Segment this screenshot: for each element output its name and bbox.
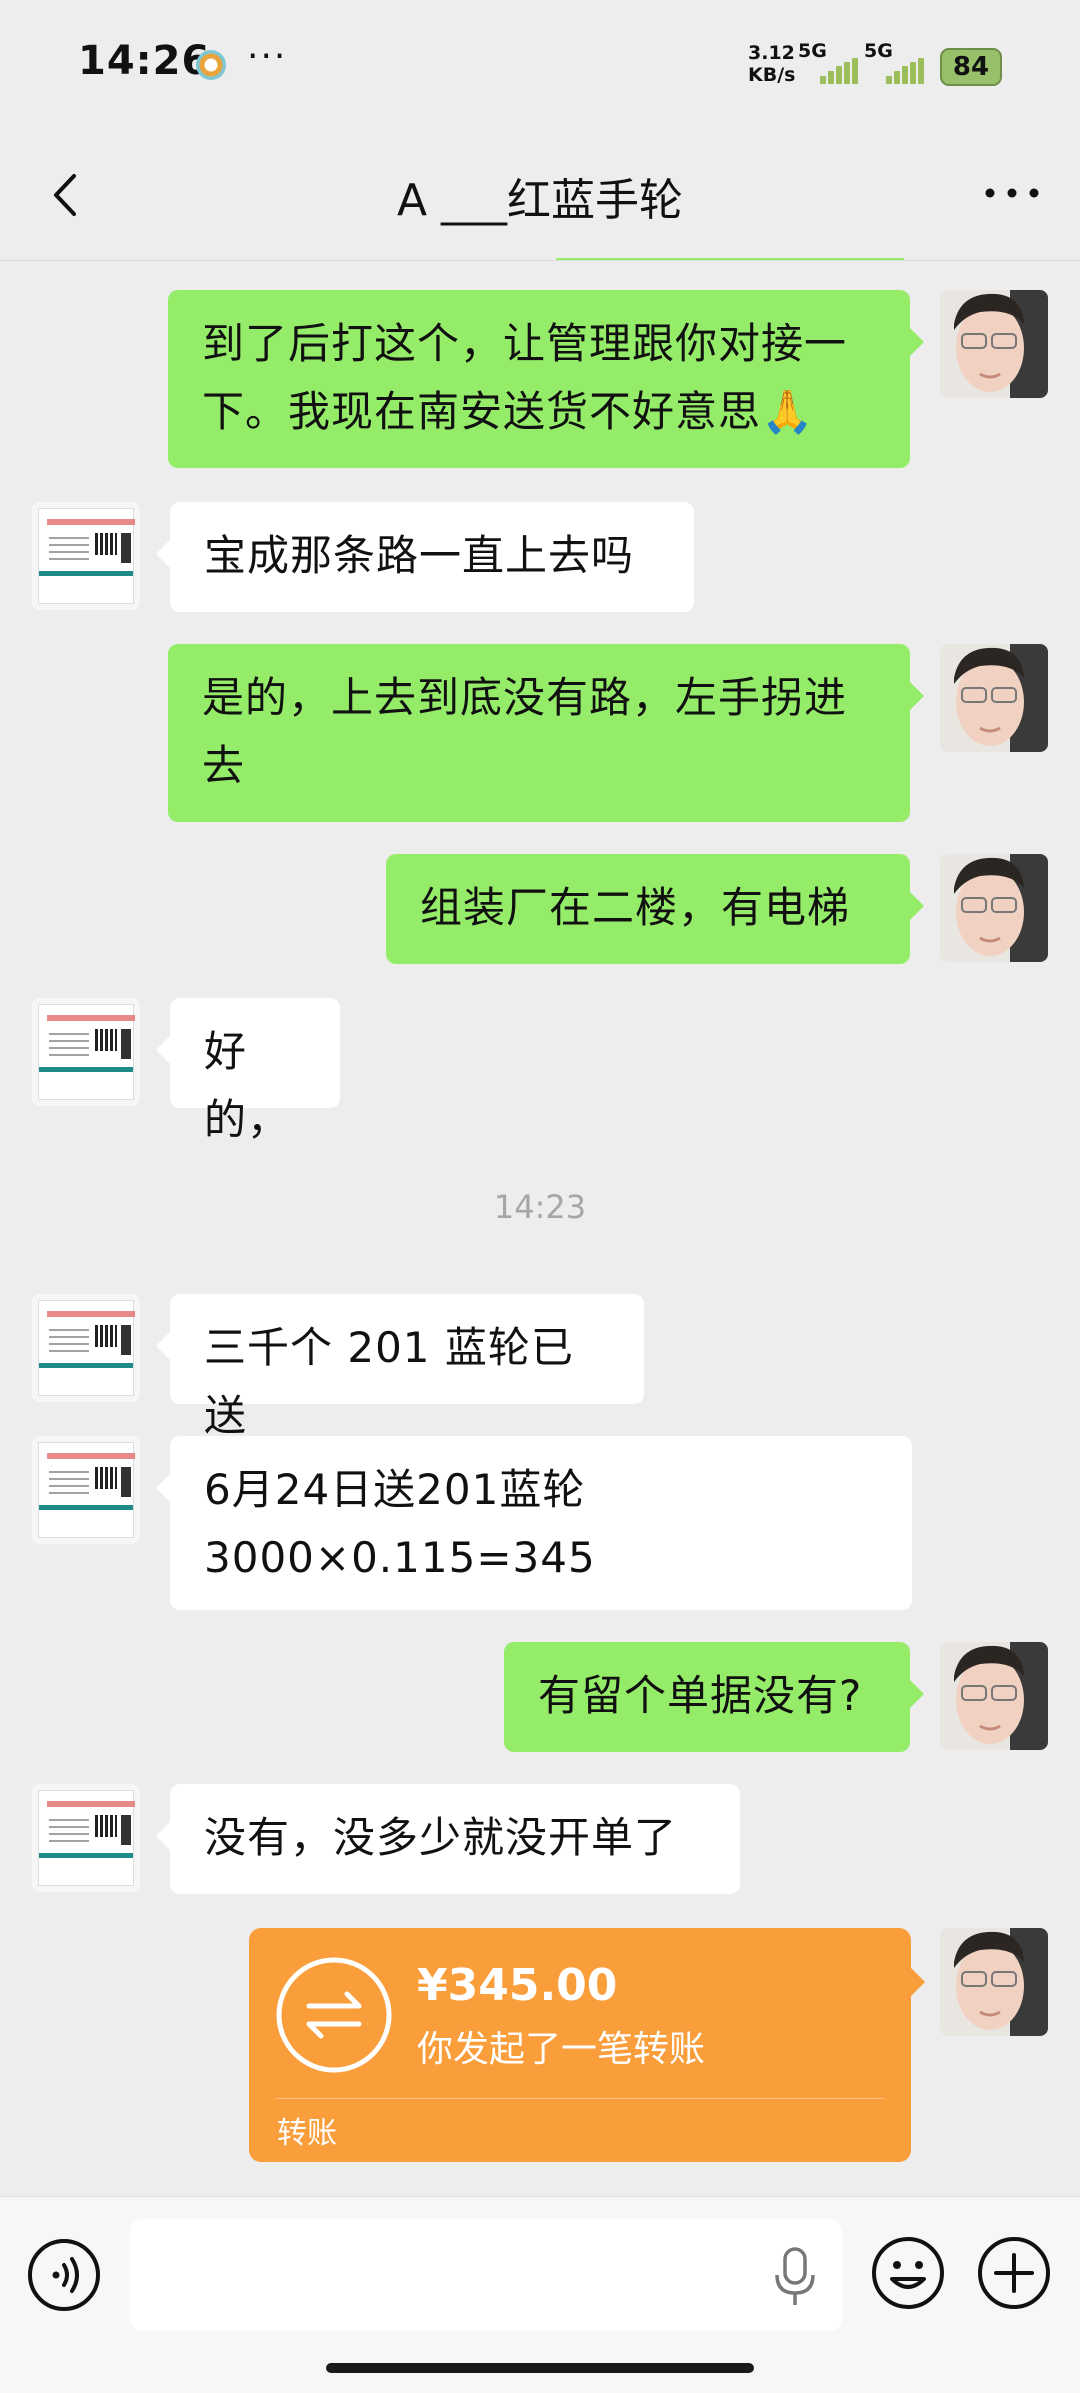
- message-bubble-incoming[interactable]: 三千个 201 蓝轮已送: [156, 1294, 644, 1440]
- business-card-avatar: [38, 1300, 135, 1396]
- contact-avatar[interactable]: [32, 998, 140, 1106]
- message-text: 组装厂在二楼，有电梯: [420, 883, 851, 932]
- transfer-label: 转账: [277, 2116, 337, 2151]
- my-avatar[interactable]: [940, 644, 1048, 752]
- my-avatar[interactable]: [940, 290, 1048, 398]
- my-avatar[interactable]: [940, 1928, 1048, 2036]
- status-more-icon: ···: [247, 36, 288, 77]
- message-bubble-outgoing[interactable]: 组装厂在二楼，有电梯: [386, 854, 924, 964]
- chat-header: A ___红蓝手轮: [0, 130, 1080, 261]
- signal-icon-2: [886, 58, 924, 84]
- message-bubble-incoming[interactable]: 好的，: [156, 998, 340, 1144]
- battery-icon: 84: [940, 48, 1002, 86]
- my-avatar-photo: [940, 290, 1048, 398]
- status-time: 14:26: [78, 38, 211, 84]
- message-text-line-2: 3000×0.115=345: [204, 1533, 596, 1582]
- emoji-icon[interactable]: [870, 2235, 946, 2311]
- contact-avatar[interactable]: [32, 1436, 140, 1544]
- network-speed-unit: KB/s: [748, 64, 796, 86]
- network-speed-value: 3.12: [748, 42, 795, 64]
- transfer-amount: ¥345.00: [417, 1960, 618, 2011]
- home-indicator[interactable]: [326, 2363, 754, 2373]
- message-text: 是的，上去到底没有路，左手拐进去: [202, 673, 848, 790]
- message-text: 有留个单据没有?: [538, 1671, 863, 1720]
- contact-avatar[interactable]: [32, 502, 140, 610]
- my-avatar-photo: [940, 854, 1048, 962]
- chat-timestamp: 14:23: [493, 1188, 587, 1226]
- message-bubble-outgoing[interactable]: 有留个单据没有?: [504, 1642, 924, 1752]
- message-bubble-outgoing[interactable]: 是的，上去到底没有路，左手拐进去: [168, 644, 924, 822]
- my-avatar-photo: [940, 1642, 1048, 1750]
- my-avatar-photo: [940, 644, 1048, 752]
- signal-icon-1: [820, 58, 858, 84]
- transfer-divider: [275, 2098, 885, 2099]
- message-bubble-incoming[interactable]: 宝成那条路一直上去吗: [156, 502, 694, 612]
- message-text: 三千个 201 蓝轮已送: [204, 1323, 574, 1440]
- header-divider: [556, 258, 904, 260]
- contact-avatar[interactable]: [32, 1784, 140, 1892]
- message-input[interactable]: [130, 2219, 842, 2331]
- business-card-avatar: [38, 1790, 135, 1886]
- message-text: 没有，没多少就没开单了: [204, 1813, 678, 1862]
- business-card-avatar: [38, 1004, 135, 1100]
- business-card-avatar: [38, 1442, 135, 1538]
- message-text: 宝成那条路一直上去吗: [204, 531, 635, 580]
- transfer-icon: [276, 1957, 392, 2073]
- my-avatar[interactable]: [940, 1642, 1048, 1750]
- message-bubble-incoming[interactable]: 没有，没多少就没开单了: [156, 1784, 740, 1894]
- message-text: 好的，: [204, 1027, 291, 1144]
- transfer-description: 你发起了一笔转账: [417, 2029, 706, 2070]
- my-avatar[interactable]: [940, 854, 1048, 962]
- transfer-card[interactable]: ¥345.00 你发起了一笔转账 转账: [249, 1928, 925, 2162]
- my-avatar-photo: [940, 1928, 1048, 2036]
- network-speed: 3.12 KB/s: [748, 42, 795, 86]
- voice-icon[interactable]: [26, 2237, 102, 2313]
- message-text: 到了后打这个，让管理跟你对接一下。我现在南安送货不好意思🙏: [202, 319, 848, 436]
- contact-avatar[interactable]: [32, 1294, 140, 1402]
- more-horizontal-icon[interactable]: [980, 166, 1044, 220]
- microphone-icon[interactable]: [770, 2247, 820, 2307]
- plus-icon[interactable]: [976, 2235, 1052, 2311]
- message-text-line-1: 6月24日送201蓝轮: [204, 1465, 586, 1514]
- business-card-avatar: [38, 508, 135, 604]
- chat-title: A ___红蓝手轮: [396, 175, 684, 226]
- status-bar: 14:26 ··· 3.12 KB/s 5G 5G 84: [0, 0, 1080, 130]
- message-bubble-outgoing[interactable]: 到了后打这个，让管理跟你对接一下。我现在南安送货不好意思🙏: [168, 290, 924, 468]
- message-bubble-incoming[interactable]: 6月24日送201蓝轮 3000×0.115=345: [156, 1436, 912, 1610]
- notification-app-icon: [196, 50, 226, 80]
